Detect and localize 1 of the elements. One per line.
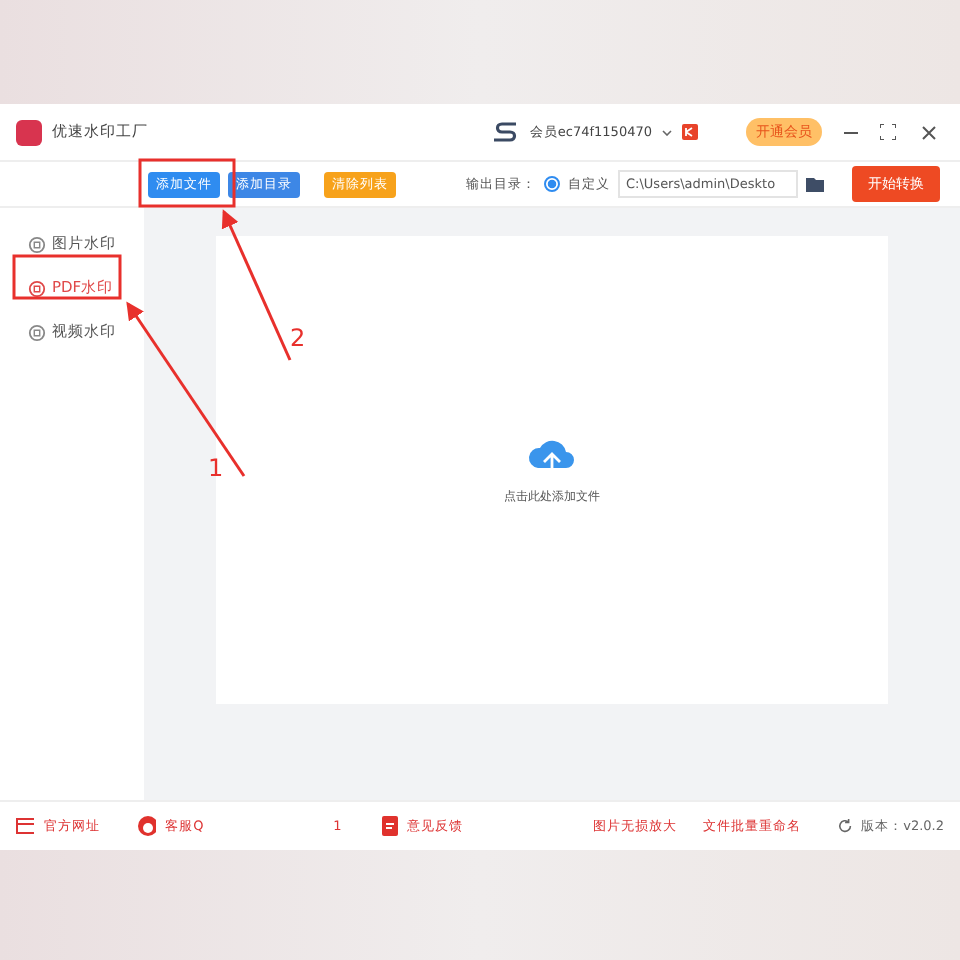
step-number: 2 <box>290 324 306 352</box>
